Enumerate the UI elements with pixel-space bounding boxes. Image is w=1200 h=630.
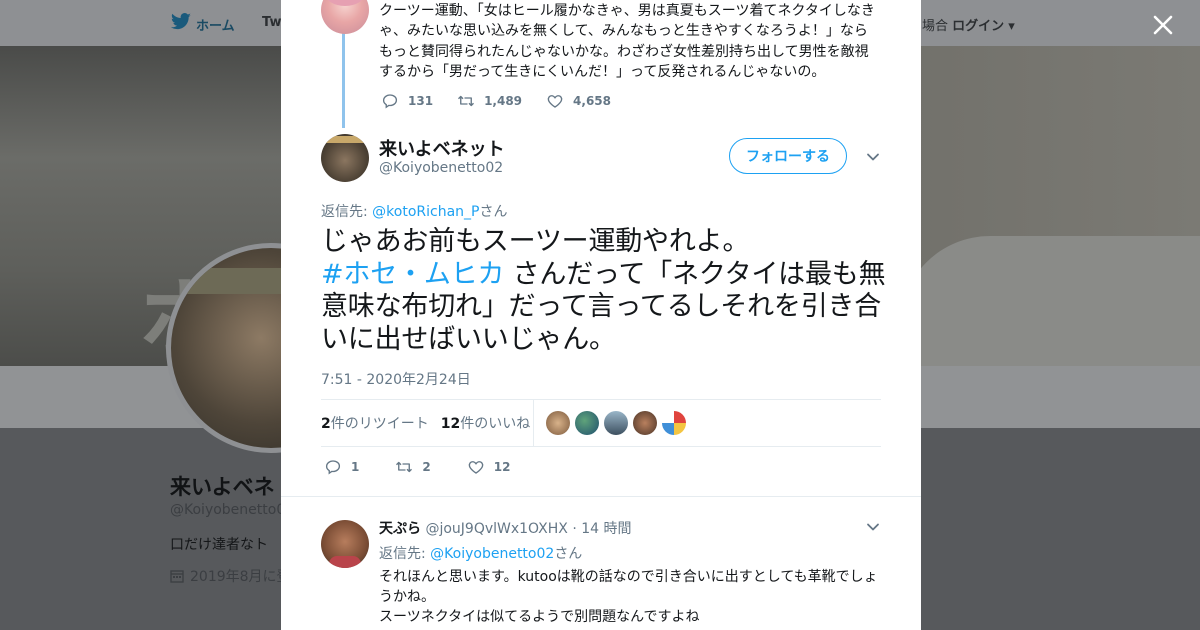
twitter-bird-icon (170, 13, 191, 30)
tweet-stats: 2件のリツイート 12件のいいね (321, 413, 542, 433)
parent-reply-button[interactable]: 131 (381, 92, 433, 110)
like-stat-label: 件のいいね (460, 416, 531, 432)
stats-bottom-divider (321, 446, 881, 447)
main-tweet-text-part1: じゃあお前もスーツー運動やれよ。 (321, 226, 750, 257)
replies-divider (281, 496, 921, 497)
main-tweet-actions: 1 2 12 (324, 458, 546, 476)
stats-separator (533, 400, 534, 446)
main-reply-button[interactable]: 1 (324, 458, 359, 476)
chevron-down-icon[interactable] (866, 150, 880, 164)
reply-to-prefix: 返信先: (379, 546, 431, 562)
tweet-modal: クーツー運動、「女はヒール履かなきゃ、男は真夏もスーツ着てネクタイしなきゃ、みた… (281, 0, 921, 630)
nav-home-link[interactable]: ホーム (196, 15, 235, 34)
retweet-stat[interactable]: 2件のリツイート (321, 413, 429, 433)
retweet-stat-count: 2 (321, 416, 331, 432)
reply-icon (382, 94, 398, 109)
stats-top-divider (321, 399, 881, 400)
profile-joined: 2019年8月に登 (170, 566, 291, 586)
retweet-icon (396, 461, 413, 473)
profile-joined-text: 2019年8月に登 (190, 569, 291, 585)
reply-text-line: それほんと思います。kutooは靴の話なので引き合いに出すとしても革靴でしょうか… (379, 569, 878, 605)
like-icon (468, 461, 484, 474)
like-stat-count: 12 (440, 416, 461, 432)
parent-tweet-text: クーツー運動、「女はヒール履かなきゃ、男は真夏もスーツ着てネクタイしなきゃ、みた… (379, 3, 875, 80)
liker-avatars (546, 411, 691, 435)
main-tweet-avatar[interactable] (321, 134, 369, 182)
like-stat[interactable]: 12件のいいね (441, 413, 530, 433)
reply-author-handle[interactable]: @jouJ9QvlWx1OXHX (425, 521, 567, 537)
reply-to-handle-link[interactable]: @kotoRichan_P (372, 204, 479, 220)
reply-to-prefix: 返信先: (321, 204, 373, 220)
main-tweet-author-name[interactable]: 来いよベネット (379, 135, 505, 161)
reply-to-suffix: さん (554, 546, 583, 562)
parent-tweet-actions: 131 1,489 4,658 (381, 92, 635, 110)
parent-tweet-avatar[interactable] (321, 0, 369, 34)
nav-login-area[interactable]: 場合 ログイン ▾ (922, 15, 1015, 34)
main-tweet-author-handle[interactable]: @Koiyobenetto02 (379, 160, 503, 176)
main-reply-to-line: 返信先: @kotoRichan_Pさん (321, 201, 507, 221)
profile-handle: @Koiyobenetto02 (170, 502, 295, 518)
liker-avatar[interactable] (575, 411, 599, 435)
reply-to-suffix: さん (479, 204, 508, 220)
like-icon (547, 95, 563, 108)
avatar-shirt (329, 556, 361, 568)
avatar-hair (325, 0, 365, 6)
calendar-icon (170, 570, 184, 583)
main-tweet-text: じゃあお前もスーツー運動やれよ。 #ホセ・ムヒカ さんだって「ネクタイは最も無意味… (321, 226, 886, 356)
parent-reply-count: 131 (408, 94, 434, 108)
main-reply-count: 1 (351, 460, 360, 474)
liker-avatar[interactable] (546, 411, 570, 435)
follow-button[interactable]: フォローする (729, 138, 847, 174)
reply-to-handle-link[interactable]: @Koiyobenetto02 (430, 546, 554, 562)
reply-tweet-text: それほんと思います。kutooは靴の話なので引き合いに出すとしても革靴でしょうか… (379, 567, 884, 627)
close-icon[interactable] (1148, 10, 1178, 40)
parent-retweet-button[interactable]: 1,489 (457, 92, 522, 110)
parent-like-count: 4,658 (573, 94, 611, 108)
main-like-count: 12 (493, 460, 511, 474)
profile-bio: 口だけ達者なト (170, 537, 268, 553)
avatar-headband (321, 136, 369, 143)
liker-avatar[interactable] (662, 411, 686, 435)
profile-name: 来いよベネ (170, 475, 275, 499)
main-retweet-count: 2 (422, 460, 431, 474)
nav-login-link[interactable]: ログイン (952, 19, 1004, 34)
chevron-down-icon[interactable] (866, 520, 880, 534)
main-like-button[interactable]: 12 (467, 458, 511, 476)
retweet-stat-label: 件のリツイート (330, 416, 429, 432)
parent-like-button[interactable]: 4,658 (546, 92, 611, 110)
reply-tweet-header: 天ぷら @jouJ9QvlWx1OXHX · 14 時間 (379, 521, 632, 537)
liker-avatar[interactable] (604, 411, 628, 435)
retweet-icon (458, 95, 475, 107)
parent-retweet-count: 1,489 (484, 94, 523, 108)
header-car (900, 236, 1200, 366)
nav-twitter-partial[interactable]: Tw (262, 15, 281, 30)
reply-tweet-avatar[interactable] (321, 520, 369, 568)
hashtag-link[interactable]: #ホセ・ムヒカ (321, 259, 504, 290)
main-retweet-button[interactable]: 2 (395, 458, 431, 476)
reply-icon (325, 460, 341, 475)
thread-connector-line (342, 30, 345, 128)
main-tweet-timestamp[interactable]: 7:51 - 2020年2月24日 (321, 369, 471, 389)
liker-avatar[interactable] (633, 411, 657, 435)
reply-author-name[interactable]: 天ぷら (379, 521, 421, 537)
reply-time[interactable]: 14 時間 (581, 521, 631, 537)
reply-reply-to-line: 返信先: @Koiyobenetto02さん (379, 543, 582, 563)
nav-login-note: 場合 (922, 19, 949, 34)
reply-text-line: スーツネクタイは似てるようで別問題なんですよね (379, 609, 700, 625)
